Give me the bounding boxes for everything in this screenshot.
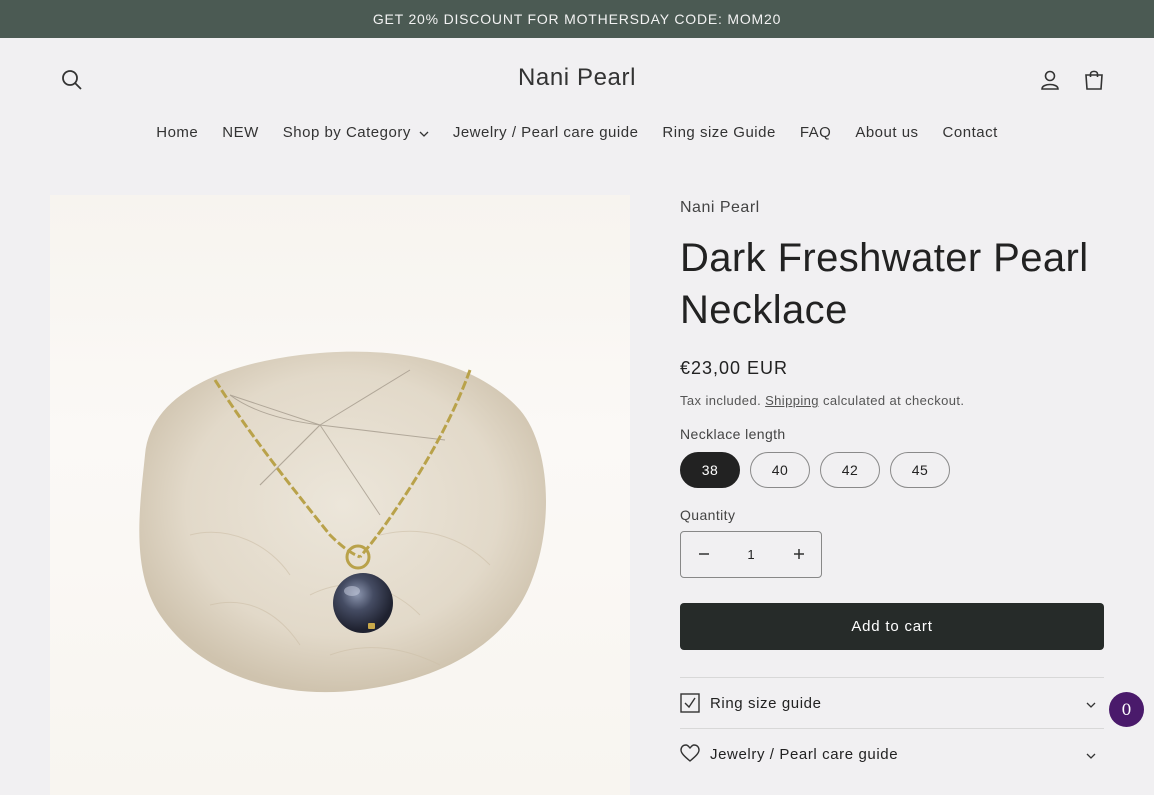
option-label: Necklace length <box>680 426 786 442</box>
length-options: 38 40 42 45 <box>680 452 1104 488</box>
nav-care-guide[interactable]: Jewelry / Pearl care guide <box>441 124 651 141</box>
announcement-bar: GET 20% DISCOUNT FOR MOTHERSDAY CODE: MO… <box>0 0 1154 38</box>
account-icon[interactable] <box>1034 64 1066 96</box>
accordion-ring-size-label: Ring size guide <box>710 694 822 712</box>
length-option-38[interactable]: 38 <box>680 452 740 488</box>
product-vendor: Nani Pearl <box>680 199 760 216</box>
chat-badge[interactable]: 0 <box>1109 692 1144 727</box>
nav-home[interactable]: Home <box>144 124 210 141</box>
product-image[interactable] <box>50 195 630 795</box>
nav-about-us[interactable]: About us <box>843 124 930 141</box>
nav-faq[interactable]: FAQ <box>788 124 844 141</box>
length-option-40[interactable]: 40 <box>750 452 810 488</box>
site-header: Nani Pearl Home NEW Shop by Category Jew… <box>0 38 1154 163</box>
chevron-down-icon <box>1086 695 1096 712</box>
tax-note: Tax included. Shipping calculated at che… <box>680 393 1104 408</box>
announcement-text: GET 20% DISCOUNT FOR MOTHERSDAY CODE: MO… <box>372 11 782 27</box>
quantity-input[interactable]: 1 <box>729 547 774 562</box>
cart-icon[interactable] <box>1078 64 1110 96</box>
accordion-care-guide[interactable]: Jewelry / Pearl care guide <box>680 728 1104 779</box>
nav-shop-by-category-label: Shop by Category <box>282 124 411 141</box>
site-logo[interactable]: Nani Pearl <box>0 64 1154 92</box>
product-info: Nani Pearl Dark Freshwater Pearl Necklac… <box>680 195 1104 650</box>
length-option-42[interactable]: 42 <box>820 452 880 488</box>
shipping-link[interactable]: Shipping <box>765 393 819 408</box>
tax-note-prefix: Tax included. <box>680 393 762 408</box>
quantity-label: Quantity <box>680 507 736 523</box>
accordion-ring-size-guide[interactable]: Ring size guide <box>680 677 1104 728</box>
nav-ring-size-guide[interactable]: Ring size Guide <box>650 124 787 141</box>
product-price: €23,00 EUR <box>680 358 789 378</box>
add-to-cart-button[interactable]: Add to cart <box>680 603 1104 650</box>
heart-icon <box>680 743 702 765</box>
product-title: Dark Freshwater Pearl Necklace <box>680 236 1089 332</box>
chevron-down-icon <box>419 124 429 141</box>
nav-contact[interactable]: Contact <box>931 124 1010 141</box>
checkbox-icon <box>680 692 702 714</box>
tax-note-suffix: calculated at checkout. <box>822 393 965 408</box>
main-nav: Home NEW Shop by Category Jewelry / Pear… <box>0 124 1154 141</box>
quantity-stepper: 1 <box>680 531 822 578</box>
length-option-45[interactable]: 45 <box>890 452 950 488</box>
minus-icon[interactable] <box>681 547 726 563</box>
nav-new[interactable]: NEW <box>210 124 271 141</box>
nav-shop-by-category[interactable]: Shop by Category <box>271 124 441 141</box>
plus-icon[interactable] <box>776 547 821 563</box>
